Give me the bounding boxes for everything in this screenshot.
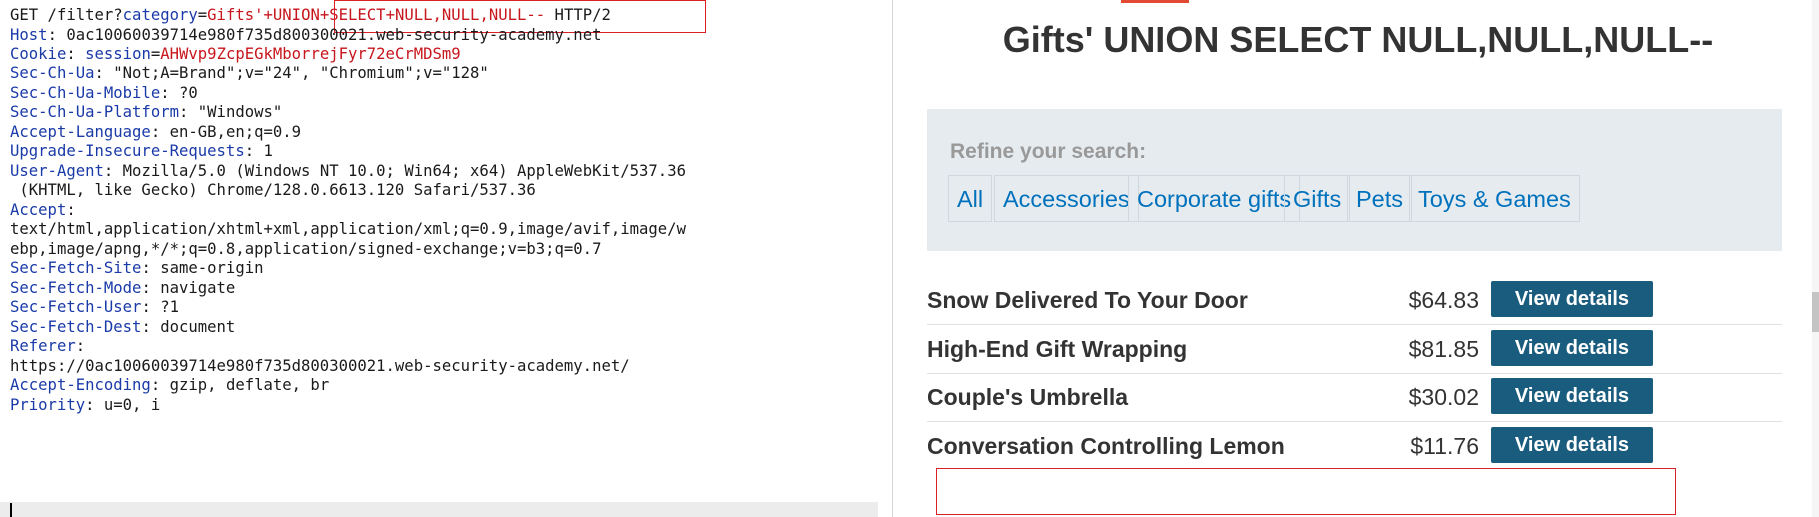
view-details-button[interactable]: View details [1491, 330, 1653, 366]
header-name: Cookie [10, 45, 67, 63]
header-value: Mozilla/5.0 (Windows NT 10.0; Win64; x64… [122, 162, 686, 180]
header-sec-fetch-site[interactable]: Sec-Fetch-Site: same-origin [10, 257, 264, 279]
header-accept-encoding[interactable]: Accept-Encoding: gzip, deflate, br [10, 374, 329, 396]
filter-label: Refine your search: [950, 140, 1147, 163]
filter-all-link[interactable]: All [948, 175, 993, 222]
product-price: $30.02 [1408, 384, 1479, 410]
header-value: "Windows" [197, 103, 283, 121]
query-param-key: category [122, 6, 198, 24]
header-name: Sec-Fetch-Site [10, 259, 142, 277]
scrollbar-thumb[interactable] [1812, 292, 1819, 332]
request-editor[interactable]: GET /filter?category=Gifts'+UNION+SELECT… [0, 0, 893, 517]
header-name: Sec-Fetch-Dest [10, 318, 142, 336]
header-name: Sec-Ch-Ua-Platform [10, 103, 179, 121]
header-name: Accept-Language [10, 123, 151, 141]
header-accent-bar [1121, 0, 1189, 3]
header-value: same-origin [160, 259, 264, 277]
header-sec-ch-ua[interactable]: Sec-Ch-Ua: "Not;A=Brand";v="24", "Chromi… [10, 62, 489, 84]
empty-result-highlight-box [936, 468, 1676, 515]
header-value: navigate [160, 279, 236, 297]
header-name: Sec-Ch-Ua [10, 64, 95, 82]
product-price: $81.85 [1408, 336, 1479, 362]
header-value: ?1 [160, 298, 179, 316]
header-referer[interactable]: Referer: [10, 335, 85, 357]
product-row: Conversation Controlling Lemon $11.76 Vi… [927, 423, 1782, 471]
header-value: text/html,application/xhtml+xml,applicat… [10, 220, 686, 238]
product-row: High-End Gift Wrapping $81.85 View detai… [927, 326, 1782, 374]
cookie-value: AHWvp9ZcpEGkMborrejFyr72eCrMDSm9 [160, 45, 461, 63]
header-value: en-GB,en;q=0.9 [169, 123, 302, 141]
header-sec-ch-ua-platform[interactable]: Sec-Ch-Ua-Platform: "Windows" [10, 101, 282, 123]
header-value: ebp,image/apng,*/*;q=0.8,application/sig… [10, 240, 602, 258]
page-title: Gifts' UNION SELECT NULL,NULL,NULL-- [1002, 19, 1714, 60]
product-name: Snow Delivered To Your Door [927, 287, 1248, 313]
query-param-equals: = [197, 6, 208, 24]
header-accept-value-line-1[interactable]: text/html,application/xhtml+xml,applicat… [10, 218, 686, 240]
view-details-button[interactable]: View details [1491, 281, 1653, 317]
header-name: Accept [10, 201, 67, 219]
product-row: Snow Delivered To Your Door $64.83 View … [927, 277, 1782, 325]
header-value: (KHTML, like Gecko) Chrome/128.0.6613.12… [10, 181, 536, 199]
header-value: gzip, deflate, br [169, 376, 330, 394]
product-name: Couple's Umbrella [927, 384, 1129, 410]
product-price: $64.83 [1408, 287, 1479, 313]
header-value: "Not;A=Brand";v="24", "Chromium";v="128" [113, 64, 489, 82]
filter-accessories-link[interactable]: Accessories [994, 175, 1139, 222]
header-value: https://0ac10060039714e980f735d800300021… [10, 357, 630, 375]
product-row: Couple's Umbrella $30.02 View details [927, 374, 1782, 422]
view-details-button[interactable]: View details [1491, 427, 1653, 463]
header-name: Referer [10, 337, 76, 355]
header-name: Host [10, 26, 48, 44]
product-name: High-End Gift Wrapping [927, 336, 1188, 362]
filter-panel: Refine your search: All Accessories Corp… [927, 109, 1782, 251]
header-name: Sec-Fetch-User [10, 298, 142, 316]
header-value: 0ac10060039714e980f735d800300021.web-sec… [66, 26, 602, 44]
header-name: Sec-Ch-Ua-Mobile [10, 84, 161, 102]
header-name: User-Agent [10, 162, 104, 180]
view-details-button[interactable]: View details [1491, 378, 1653, 414]
header-value: ?0 [179, 84, 198, 102]
header-sec-fetch-user[interactable]: Sec-Fetch-User: ?1 [10, 296, 179, 318]
request-method-path: GET /filter? [10, 6, 123, 24]
filter-gifts-link[interactable]: Gifts [1284, 175, 1351, 222]
header-name: Sec-Fetch-Mode [10, 279, 142, 297]
header-value: document [160, 318, 236, 336]
filter-corporate-gifts-link[interactable]: Corporate gifts [1128, 175, 1301, 222]
header-name: Upgrade-Insecure-Requests [10, 142, 245, 160]
scrollbar-track[interactable] [1812, 0, 1819, 517]
query-param-value: Gifts' [207, 6, 264, 24]
cookie-key: session [85, 45, 151, 63]
filter-pets-link[interactable]: Pets [1347, 175, 1413, 222]
response-render-pane: Gifts' UNION SELECT NULL,NULL,NULL-- Ref… [897, 0, 1819, 517]
filter-toys-games-link[interactable]: Toys & Games [1409, 175, 1580, 222]
product-name: Conversation Controlling Lemon [927, 433, 1285, 459]
header-priority[interactable]: Priority: u=0, i [10, 394, 160, 416]
header-name: Priority [10, 396, 86, 414]
header-name: Accept-Encoding [10, 376, 151, 394]
product-price: $11.76 [1410, 433, 1479, 459]
header-value: u=0, i [103, 396, 161, 414]
text-cursor [10, 503, 12, 517]
editor-footer-bar [0, 502, 878, 517]
header-value: 1 [263, 142, 273, 160]
header-upgrade-insecure-requests[interactable]: Upgrade-Insecure-Requests: 1 [10, 140, 273, 162]
header-user-agent-continued[interactable]: (KHTML, like Gecko) Chrome/128.0.6613.12… [10, 179, 536, 201]
